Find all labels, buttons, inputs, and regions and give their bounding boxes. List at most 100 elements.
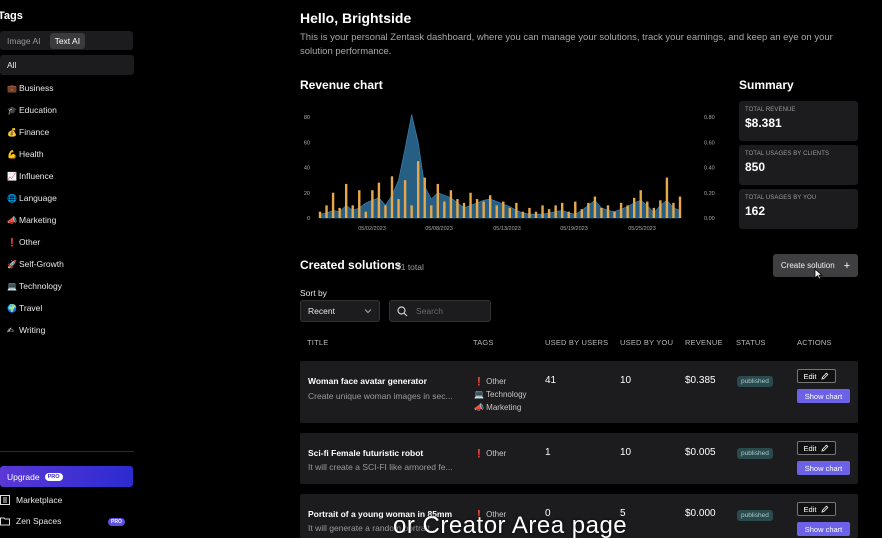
- sidebar-item-label: Travel: [19, 303, 43, 313]
- marketplace-link[interactable]: Marketplace: [0, 492, 62, 508]
- revenue-bar: [547, 209, 551, 218]
- folder-icon: [0, 517, 10, 526]
- solution-title[interactable]: Sci-fi Female futuristic robot: [308, 448, 423, 458]
- sidebar-item-self-growth[interactable]: 🚀 Self-Growth: [0, 253, 134, 275]
- solution-description: Create unique woman images in sec...: [308, 391, 453, 401]
- sidebar-item-label: All: [7, 60, 17, 70]
- solution-tag: 💻 Technology: [474, 390, 527, 399]
- revenue-bar: [456, 199, 459, 218]
- column-header-revenue: REVENUE: [685, 338, 723, 347]
- solution-tag: ❗ Other: [474, 449, 507, 458]
- sidebar-item-influence[interactable]: 📈 Influence: [0, 165, 134, 187]
- revenue-bar: [469, 192, 472, 218]
- sidebar-item-health[interactable]: 💪 Health: [0, 143, 134, 165]
- status-badge: published: [737, 376, 773, 387]
- column-header-used-by-you: USED BY YOU: [620, 338, 674, 347]
- search-input[interactable]: [416, 306, 486, 316]
- revenue-bar: [403, 180, 407, 219]
- revenue-bar: [541, 205, 544, 219]
- revenue-bar: [587, 202, 590, 218]
- column-header-actions: ACTIONS: [797, 338, 832, 347]
- toggle-image-ai[interactable]: Image AI: [2, 33, 46, 49]
- sidebar-item-label: Finance: [19, 127, 50, 137]
- revenue-bar: [384, 205, 387, 219]
- sidebar-item-label: Marketing: [19, 215, 57, 225]
- revenue-bar: [325, 205, 328, 219]
- x-tick-label: 05/25/2023: [628, 226, 656, 232]
- revenue-bar: [652, 207, 656, 218]
- table-row[interactable]: Woman face avatar generator Create uniqu…: [300, 361, 858, 423]
- business-icon: 💼: [7, 83, 17, 93]
- x-tick-label: 05/02/2023: [358, 226, 386, 232]
- solution-description: It will create a SCI-FI like armored fe.…: [308, 462, 453, 472]
- travel-icon: 🌍: [7, 303, 17, 313]
- revenue-bar: [338, 207, 341, 218]
- revenue-bar: [390, 176, 394, 218]
- sidebar-item-writing[interactable]: ✍ Writing: [0, 319, 134, 341]
- sidebar: Tags Image AI Text AI All 💼 Business 🎓 Educa…: [0, 0, 140, 538]
- sidebar-item-label: Technology: [19, 281, 63, 291]
- revenue-value: $0.005: [685, 447, 716, 458]
- summary-label: TOTAL USAGES BY YOU: [745, 195, 817, 201]
- sidebar-item-technology[interactable]: 💻 Technology: [0, 275, 134, 297]
- sidebar-item-label: Writing: [19, 325, 46, 335]
- x-tick-label: 05/08/2023: [425, 226, 453, 232]
- show-chart-button[interactable]: Show chart: [797, 389, 850, 403]
- created-solutions-title: Created solutions: [300, 258, 402, 272]
- influence-icon: 📈: [7, 171, 17, 181]
- y2-tick-label: 0.80: [704, 115, 715, 121]
- sidebar-item-all[interactable]: All: [0, 55, 134, 75]
- sidebar-item-label: Influence: [19, 171, 54, 181]
- solution-tag: 📣 Marketing: [474, 403, 522, 412]
- sidebar-item-finance[interactable]: 💰 Finance: [0, 121, 134, 143]
- revenue-bar: [377, 182, 381, 218]
- sidebar-item-marketing[interactable]: 📣 Marketing: [0, 209, 134, 231]
- y2-tick-label: 0.40: [704, 166, 715, 172]
- show-chart-button[interactable]: Show chart: [797, 522, 850, 536]
- used-by-users: 1: [545, 447, 551, 458]
- upgrade-button[interactable]: Upgrade PRO: [0, 466, 133, 487]
- chevron-down-icon: [364, 309, 372, 314]
- revenue-bar: [521, 211, 525, 218]
- sidebar-item-language[interactable]: 🌐 Language: [0, 187, 134, 209]
- sidebar-item-business[interactable]: 💼 Business: [0, 77, 134, 99]
- summary-card-revenue: TOTAL REVENUE $8.381: [739, 101, 858, 141]
- revenue-bar: [580, 209, 584, 218]
- revenue-bar: [508, 207, 512, 218]
- show-chart-button[interactable]: Show chart: [797, 461, 850, 475]
- upgrade-label: Upgrade: [7, 471, 40, 482]
- sort-value: Recent: [308, 306, 335, 316]
- created-solutions-count: 31 total: [396, 262, 424, 272]
- used-by-you: 10: [620, 375, 632, 386]
- technology-icon: 💻: [7, 281, 17, 291]
- revenue-bar: [672, 202, 675, 218]
- sidebar-item-education[interactable]: 🎓 Education: [0, 99, 134, 121]
- toggle-text-ai[interactable]: Text AI: [49, 32, 86, 49]
- revenue-bar: [678, 196, 682, 218]
- summary-label: TOTAL USAGES BY CLIENTS: [745, 151, 830, 157]
- revenue-bar: [344, 183, 348, 218]
- edit-button[interactable]: Edit: [797, 502, 836, 516]
- revenue-bar: [462, 202, 466, 218]
- revenue-bar: [619, 202, 623, 218]
- edit-button[interactable]: Edit: [797, 441, 836, 455]
- column-header-title: TITLE: [307, 338, 329, 347]
- revenue-bar: [358, 190, 361, 218]
- revenue-bar: [646, 201, 649, 218]
- sort-select[interactable]: Recent: [300, 300, 380, 322]
- sidebar-item-travel[interactable]: 🌍 Travel: [0, 297, 134, 319]
- page-intro: This is your personal Zentask dashboard,…: [300, 32, 833, 57]
- zen-spaces-link[interactable]: Zen Spaces: [0, 513, 61, 529]
- sidebar-item-other[interactable]: ❗ Other: [0, 231, 134, 253]
- edit-button[interactable]: Edit: [797, 369, 836, 383]
- solution-tag: ❗ Other: [474, 377, 507, 386]
- table-row[interactable]: Sci-fi Female futuristic robot It will c…: [300, 433, 858, 484]
- y-tick-label: 40: [304, 166, 310, 172]
- solution-title[interactable]: Woman face avatar generator: [308, 376, 427, 386]
- sidebar-item-label: Other: [19, 237, 41, 247]
- revenue-bar: [639, 190, 642, 218]
- summary-card-clients: TOTAL USAGES BY CLIENTS 850: [739, 145, 858, 185]
- revenue-bar: [371, 190, 374, 218]
- video-caption: or Creator Area page: [393, 512, 628, 538]
- y-tick-label: 20: [304, 191, 310, 197]
